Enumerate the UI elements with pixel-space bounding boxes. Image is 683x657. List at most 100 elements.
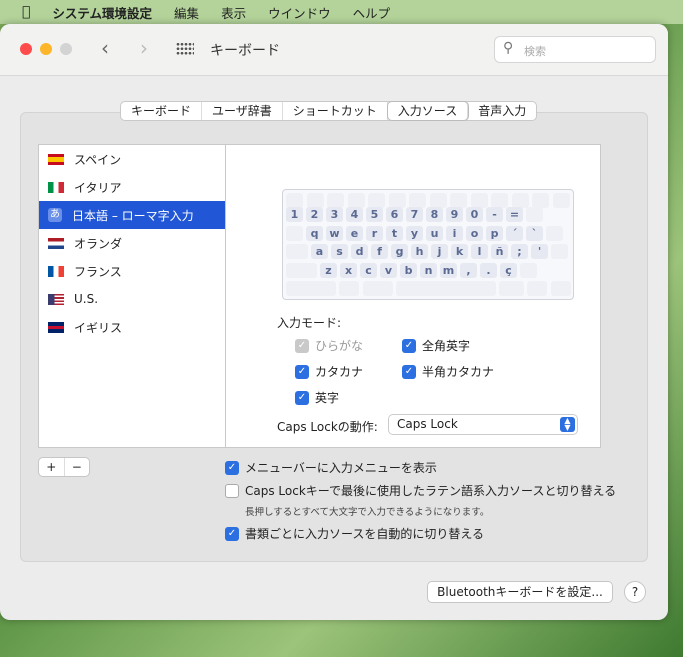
source-dutch[interactable]: オランダ	[39, 229, 225, 257]
source-japanese-romaji[interactable]: あ日本語 – ローマ字入力	[39, 201, 225, 229]
france-flag-icon	[48, 265, 64, 277]
blank-key	[347, 193, 365, 208]
checkbox[interactable]	[225, 483, 239, 498]
tab-keyboard[interactable]: キーボード	[121, 102, 203, 120]
us-flag-icon	[48, 293, 64, 305]
apple-menu-icon[interactable]: 	[22, 4, 30, 20]
key-60: z	[320, 262, 337, 278]
capslock-label: Caps Lockの動作:	[277, 420, 378, 434]
blank-key	[286, 244, 308, 259]
blank-key	[491, 193, 508, 208]
preferences-window: ‹ › キーボード ⚲ 検索 キーボード ユーザ辞書 ショートカット 入力ソース…	[0, 24, 668, 620]
key-23: r	[366, 225, 383, 241]
source-label: スペイン	[74, 152, 122, 167]
key-9: 0	[466, 207, 483, 222]
key-1: 2	[306, 207, 323, 222]
help-button[interactable]: ?	[624, 581, 646, 603]
auto-switch-option[interactable]: ✓ 書類ごとに入力ソースを自動的に切り替える	[225, 525, 484, 542]
show-input-menu-option[interactable]: ✓ メニューバーに入力メニューを表示	[225, 459, 437, 476]
mode-roman[interactable]: ✓ 英字	[295, 389, 339, 406]
menu-app[interactable]: システム環境設定	[52, 3, 152, 22]
checkbox[interactable]: ✓	[295, 364, 309, 379]
source-label: U.S.	[74, 292, 99, 306]
blank-key	[532, 193, 549, 208]
key-69: ç	[500, 262, 517, 278]
key-30: ´	[506, 225, 523, 241]
menu-help[interactable]: ヘルプ	[353, 3, 391, 22]
bluetooth-keyboard-button[interactable]: Bluetoothキーボードを設定...	[427, 581, 613, 603]
key-44: g	[391, 244, 408, 259]
tab-bar: キーボード ユーザ辞書 ショートカット 入力ソース 音声入力	[120, 101, 538, 121]
tab-input-sources[interactable]: 入力ソース	[387, 102, 469, 120]
capslock-note: 長押しするとすべて大文字で入力できるようになります。	[245, 507, 490, 518]
key-21: w	[326, 225, 343, 241]
key-51: '	[531, 244, 548, 259]
key-25: y	[406, 225, 423, 241]
blank-key	[520, 262, 537, 278]
source-british[interactable]: イギリス	[39, 313, 225, 341]
key-64: b	[400, 262, 417, 278]
checkbox[interactable]: ✓	[402, 338, 416, 353]
tab-user-dictionary[interactable]: ユーザ辞書	[202, 102, 283, 120]
source-label: 日本語 – ローマ字入力	[72, 208, 194, 223]
source-italian[interactable]: イタリア	[39, 173, 225, 201]
key-10: -	[486, 207, 503, 222]
tab-dictation[interactable]: 音声入力	[468, 102, 536, 120]
blank-key	[409, 193, 426, 208]
key-62: c	[360, 262, 377, 278]
key-5: 6	[386, 207, 403, 222]
mode-fullwidth-roman[interactable]: ✓ 全角英字	[402, 337, 470, 354]
search-placeholder: 検索	[524, 45, 546, 58]
key-2: 3	[326, 207, 343, 222]
minimize-button[interactable]	[40, 43, 52, 55]
menu-view[interactable]: 表示	[221, 3, 246, 22]
source-spanish[interactable]: スペイン	[39, 145, 225, 173]
key-11: =	[506, 207, 523, 222]
key-26: u	[426, 225, 443, 241]
option-label: メニューバーに入力メニューを表示	[245, 461, 437, 475]
blank-key	[551, 281, 571, 296]
checkbox[interactable]: ✓	[225, 526, 239, 541]
source-label: フランス	[74, 264, 122, 279]
add-remove-control: + −	[38, 457, 90, 477]
remove-source-button[interactable]: −	[65, 458, 90, 476]
blank-key	[286, 281, 336, 296]
key-4: 5	[366, 207, 383, 222]
menu-window[interactable]: ウインドウ	[268, 3, 331, 22]
key-46: j	[431, 244, 448, 259]
netherlands-flag-icon	[48, 237, 64, 249]
forward-icon[interactable]: ›	[140, 36, 148, 60]
source-us[interactable]: U.S.	[39, 285, 225, 313]
mode-halfwidth-katakana[interactable]: ✓ 半角カタカナ	[402, 363, 494, 380]
checkbox[interactable]: ✓	[295, 390, 309, 405]
blank-key	[546, 225, 563, 241]
checkbox: ✓	[295, 338, 309, 353]
capslock-switch-option[interactable]: Caps Lockキーで最後に使用したラテン語系入力ソースと切り替える	[225, 482, 616, 499]
key-50: ;	[511, 244, 528, 259]
blank-key	[388, 193, 406, 208]
key-6: 7	[406, 207, 423, 222]
capslock-value: Caps Lock	[397, 417, 458, 431]
mode-katakana[interactable]: ✓ カタカナ	[295, 363, 363, 380]
japanese-input-icon: あ	[48, 208, 62, 222]
key-0: 1	[286, 207, 303, 222]
updown-chevron-icon: ▲ ▼	[560, 417, 575, 432]
zoom-button[interactable]	[60, 43, 72, 55]
grid-icon[interactable]	[176, 42, 194, 56]
menu-edit[interactable]: 編集	[174, 3, 199, 22]
option-label: 書類ごとに入力ソースを自動的に切り替える	[245, 527, 485, 541]
source-label: イギリス	[74, 320, 123, 335]
checkbox[interactable]: ✓	[225, 460, 239, 475]
tab-shortcuts[interactable]: ショートカット	[283, 102, 388, 120]
source-french[interactable]: フランス	[39, 257, 225, 285]
blank-key	[327, 193, 344, 208]
key-28: o	[466, 225, 483, 241]
search-input[interactable]: ⚲ 検索	[494, 36, 656, 63]
close-button[interactable]	[20, 43, 32, 55]
key-48: l	[471, 244, 488, 259]
checkbox[interactable]: ✓	[402, 364, 416, 379]
capslock-popup[interactable]: Caps Lock ▲ ▼	[388, 414, 578, 435]
option-label: 英字	[315, 391, 340, 405]
add-source-button[interactable]: +	[39, 458, 65, 476]
back-icon[interactable]: ‹	[101, 36, 109, 60]
